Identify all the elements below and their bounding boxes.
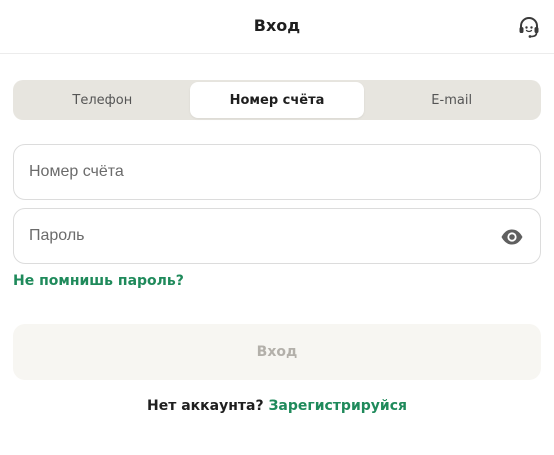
- no-account-text: Нет аккаунта?: [147, 398, 264, 414]
- header: Вход: [0, 0, 554, 54]
- register-prompt: Нет аккаунта? Зарегистрируйся: [0, 398, 554, 414]
- forgot-password-link[interactable]: Не помнишь пароль?: [13, 273, 184, 289]
- login-submit-button[interactable]: Вход: [13, 324, 541, 380]
- login-page: Вход Телефон Номер счёта E-mail Номер сч…: [0, 0, 554, 455]
- eye-icon: [501, 229, 523, 245]
- page-title: Вход: [253, 16, 301, 35]
- account-number-input[interactable]: [29, 145, 499, 199]
- password-input[interactable]: [29, 209, 499, 263]
- login-method-tabs: Телефон Номер счёта E-mail: [13, 80, 541, 120]
- password-field: [13, 208, 541, 264]
- tab-email[interactable]: E-mail: [364, 82, 539, 118]
- tab-phone[interactable]: Телефон: [15, 82, 190, 118]
- tab-account-number[interactable]: Номер счёта: [189, 82, 365, 118]
- headset-icon: [519, 17, 539, 38]
- support-button[interactable]: [516, 14, 542, 40]
- register-link[interactable]: Зарегистрируйся: [268, 398, 407, 414]
- account-number-field: [13, 144, 541, 200]
- password-visibility-toggle[interactable]: [500, 225, 524, 249]
